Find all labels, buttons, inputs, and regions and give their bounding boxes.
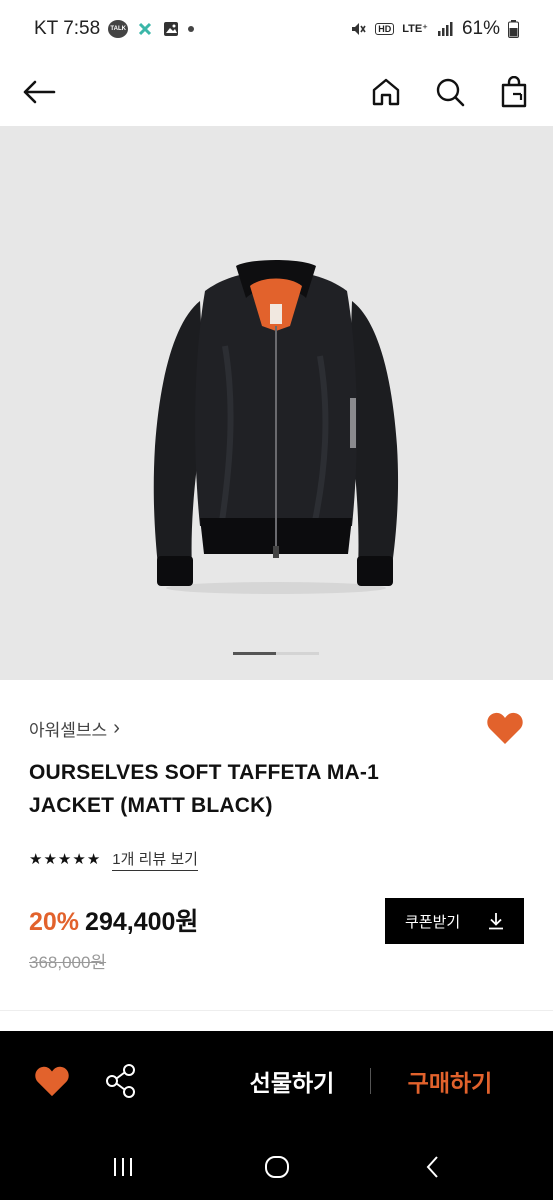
product-info: 아워셀브스 › OURSELVES SOFT TAFFETA MA-1 JACK…: [0, 680, 553, 1010]
section-divider: [0, 1010, 553, 1011]
hd-voice-icon: HD: [375, 23, 395, 35]
brand-link[interactable]: 아워셀브스 ›: [29, 716, 120, 741]
system-nav-bar: [0, 1133, 553, 1200]
back-button[interactable]: [22, 75, 56, 109]
bottom-wishlist-button[interactable]: [34, 1064, 70, 1098]
gallery-notification-icon: [164, 22, 179, 36]
top-nav: [0, 58, 553, 126]
home-icon: [372, 78, 400, 106]
lte-icon: LTE⁺: [402, 23, 428, 35]
more-notifications-dot: [188, 26, 195, 32]
coupon-label: 쿠폰받기: [405, 913, 461, 931]
status-right: HD LTE⁺ 61%: [349, 18, 519, 40]
cart-button[interactable]: [497, 75, 531, 109]
status-left: KT 7:58 TALK: [34, 18, 195, 40]
brand-name: 아워셀브스: [29, 721, 108, 740]
review-link[interactable]: 1개 리뷰 보기: [112, 848, 198, 871]
download-icon: [489, 913, 503, 930]
recent-apps-icon: [114, 1158, 132, 1176]
battery-percent: 61%: [461, 18, 500, 39]
heart-icon: [35, 1066, 69, 1097]
product-image-gallery[interactable]: [0, 126, 553, 680]
star-icon: ★: [43, 850, 57, 868]
product-title: OURSELVES SOFT TAFFETA MA-1 JACKET (MATT…: [29, 761, 379, 817]
shopping-bag-icon: [501, 76, 527, 108]
search-button[interactable]: [433, 75, 467, 109]
rating-row: ★ ★ ★ ★ ★ 1개 리뷰 보기: [29, 848, 198, 871]
battery-icon: [508, 20, 519, 38]
home-nav-button[interactable]: [262, 1153, 292, 1181]
star-icon: ★: [72, 850, 86, 868]
carrier-time: KT 7:58: [34, 18, 101, 39]
action-separator: [370, 1068, 371, 1094]
heart-icon: [487, 712, 523, 744]
rating-stars: ★ ★ ★ ★ ★: [29, 850, 101, 868]
recent-apps-button[interactable]: [108, 1153, 138, 1181]
top-nav-actions: [369, 75, 531, 109]
star-icon: ★: [29, 850, 43, 868]
star-icon: ★: [57, 850, 72, 868]
kakaotalk-icon: TALK: [108, 20, 129, 38]
star-icon: ★: [86, 850, 101, 868]
gift-button[interactable]: 선물하기: [230, 1061, 354, 1101]
original-price: 368,000원: [29, 953, 107, 972]
mute-icon: [352, 23, 366, 35]
sale-price: 294,400원: [85, 908, 199, 936]
chevron-right-icon: ›: [113, 717, 120, 739]
status-bar: KT 7:58 TALK HD LTE⁺ 61%: [0, 0, 553, 58]
home-button[interactable]: [369, 75, 403, 109]
discount-rate: 20%: [29, 908, 80, 936]
back-chevron-icon: [426, 1156, 438, 1178]
gallery-indicator-active: [233, 652, 276, 655]
share-button[interactable]: [104, 1063, 138, 1099]
wishlist-button[interactable]: [486, 710, 524, 746]
search-icon: [436, 78, 465, 107]
coupon-download-button[interactable]: 쿠폰받기: [385, 898, 524, 944]
home-circle-icon: [265, 1156, 289, 1178]
price-row: 20% 294,400원: [29, 902, 198, 938]
product-photo-jacket: [153, 260, 399, 594]
app-notification-icon: [139, 22, 152, 36]
gallery-indicator: [233, 652, 319, 655]
back-arrow-icon: [23, 80, 56, 104]
share-icon: [106, 1064, 135, 1098]
back-nav-button[interactable]: [418, 1153, 448, 1181]
buy-button[interactable]: 구매하기: [388, 1061, 512, 1101]
signal-icon: [437, 22, 453, 36]
bottom-action-bar: 선물하기 구매하기: [0, 1031, 553, 1133]
